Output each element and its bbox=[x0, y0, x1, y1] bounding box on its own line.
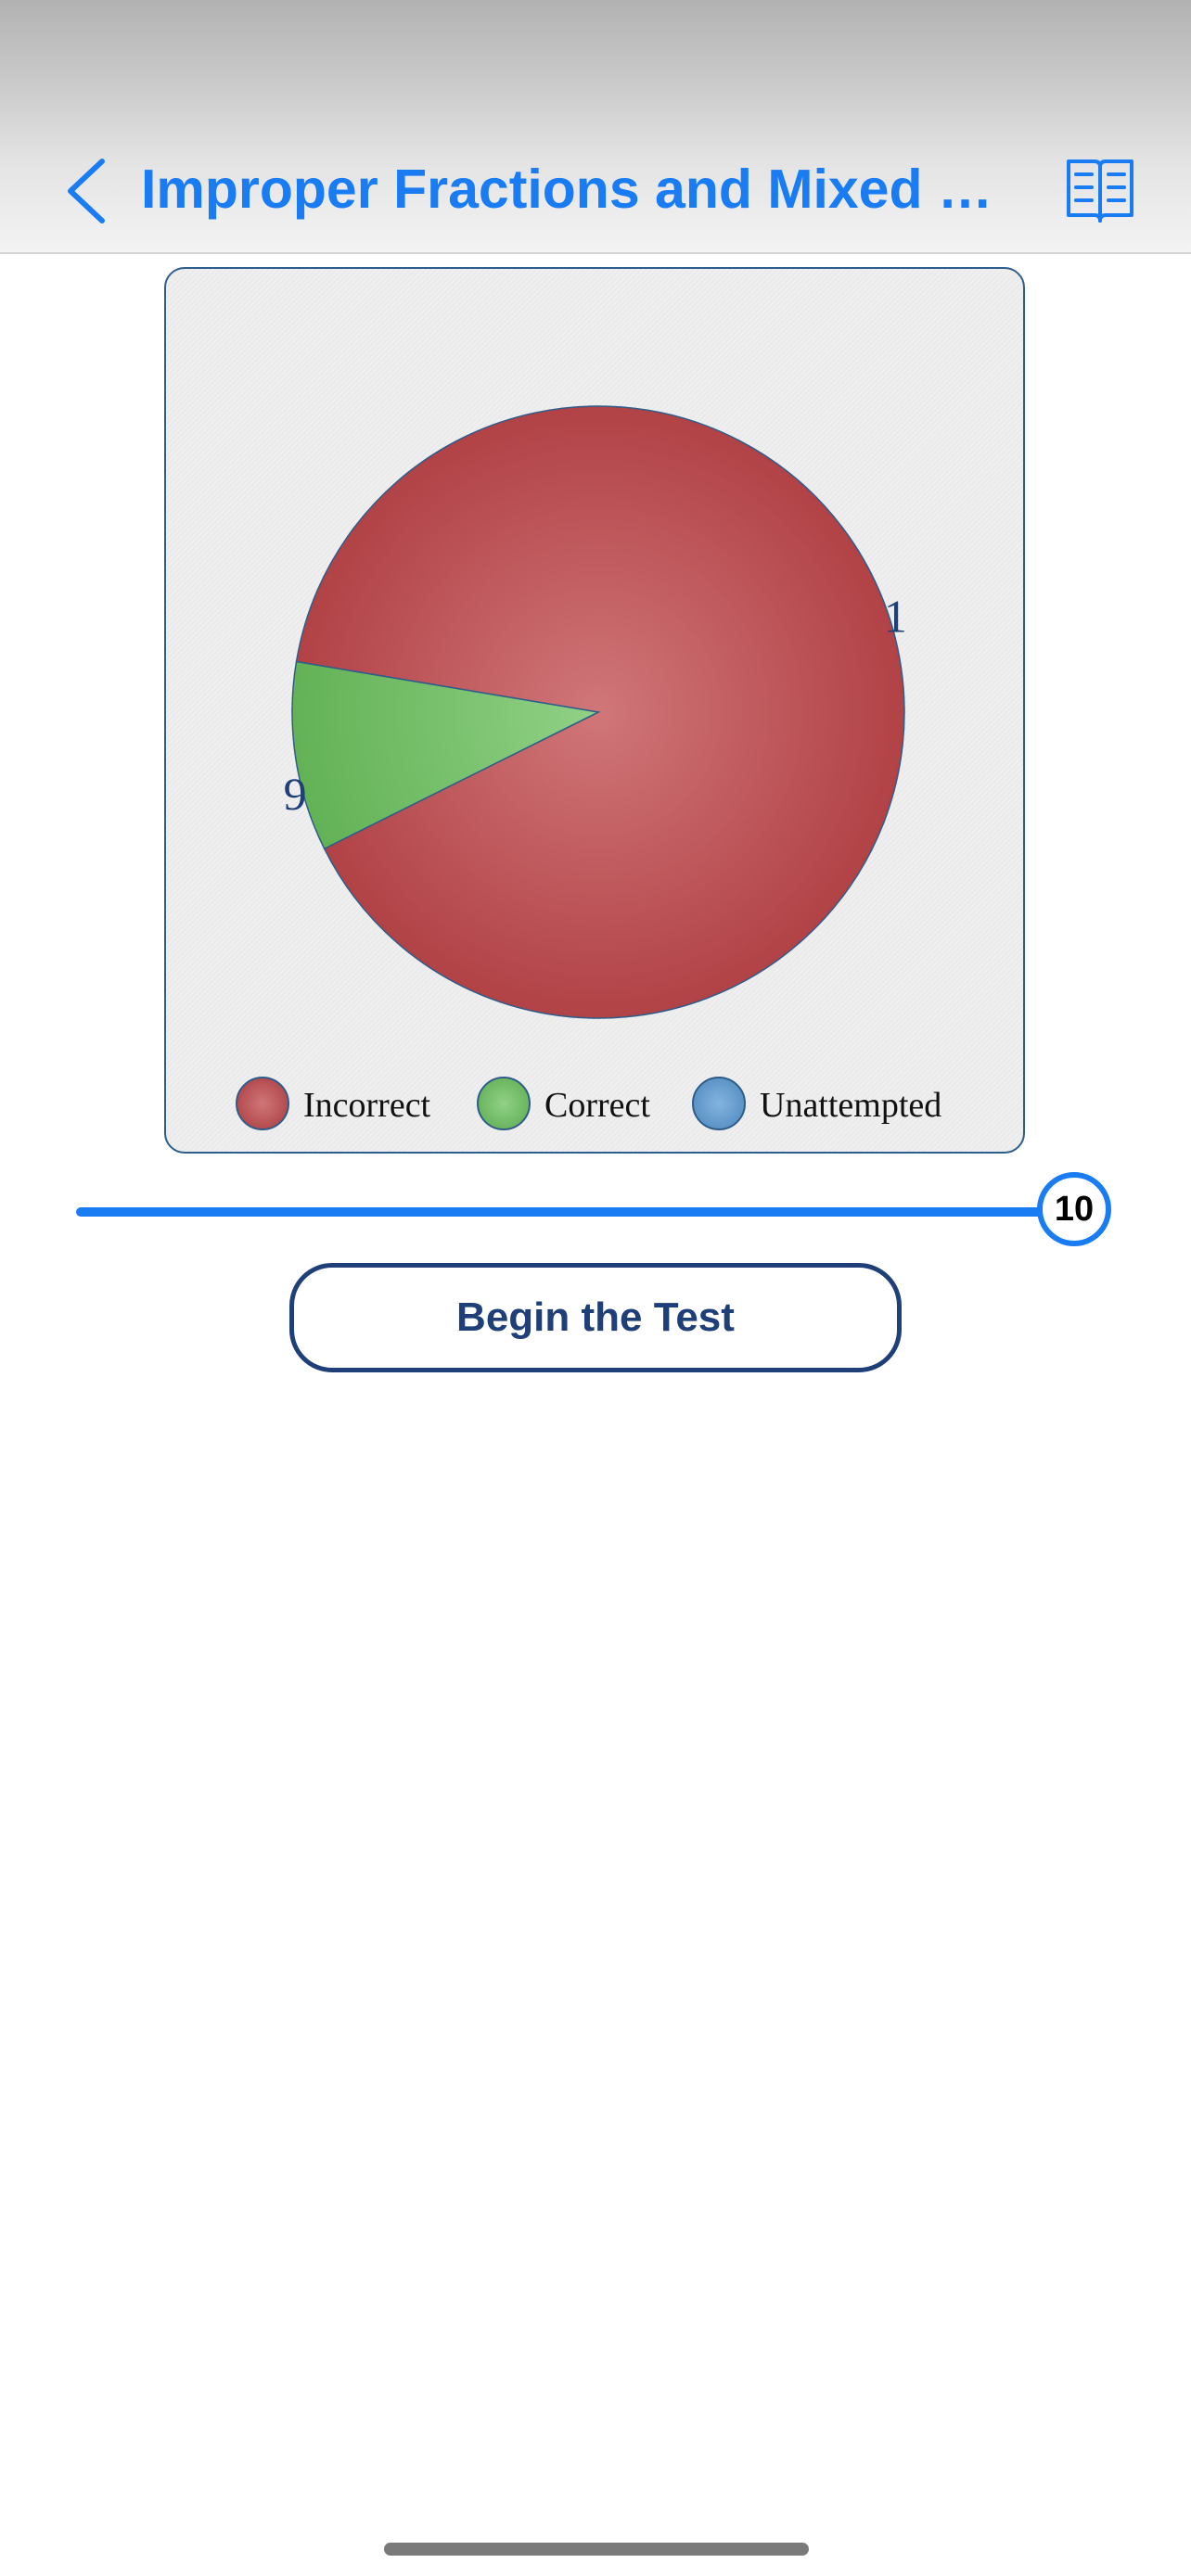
book-open-icon[interactable] bbox=[1063, 156, 1137, 226]
legend-swatch-unattempted bbox=[692, 1077, 746, 1130]
legend-label-unattempted: Unattempted bbox=[760, 1086, 941, 1125]
home-indicator bbox=[384, 2543, 809, 2556]
begin-test-button[interactable]: Begin the Test bbox=[289, 1263, 902, 1372]
data-label-correct: 1 bbox=[884, 591, 907, 643]
page-title: Improper Fractions and Mixed Nu... bbox=[141, 159, 1031, 220]
legend-swatch-correct bbox=[477, 1077, 531, 1130]
navigation-bar: Improper Fractions and Mixed Nu... bbox=[0, 0, 1191, 254]
slider-thumb[interactable]: 10 bbox=[1037, 1172, 1111, 1246]
question-count-slider[interactable]: 10 bbox=[76, 1170, 1124, 1254]
slider-track[interactable] bbox=[76, 1207, 1078, 1217]
legend-label-correct: Correct bbox=[544, 1086, 650, 1125]
chevron-left-icon[interactable] bbox=[59, 154, 115, 228]
legend-swatch-incorrect bbox=[236, 1077, 289, 1130]
results-pie-chart: 9 1 Incorrect Correct Unattempted bbox=[164, 267, 1025, 1154]
legend-label-incorrect: Incorrect bbox=[303, 1086, 431, 1125]
pie-chart-canvas: 9 1 Incorrect Correct Unattempted bbox=[236, 405, 941, 1130]
data-label-incorrect: 9 bbox=[284, 768, 307, 820]
